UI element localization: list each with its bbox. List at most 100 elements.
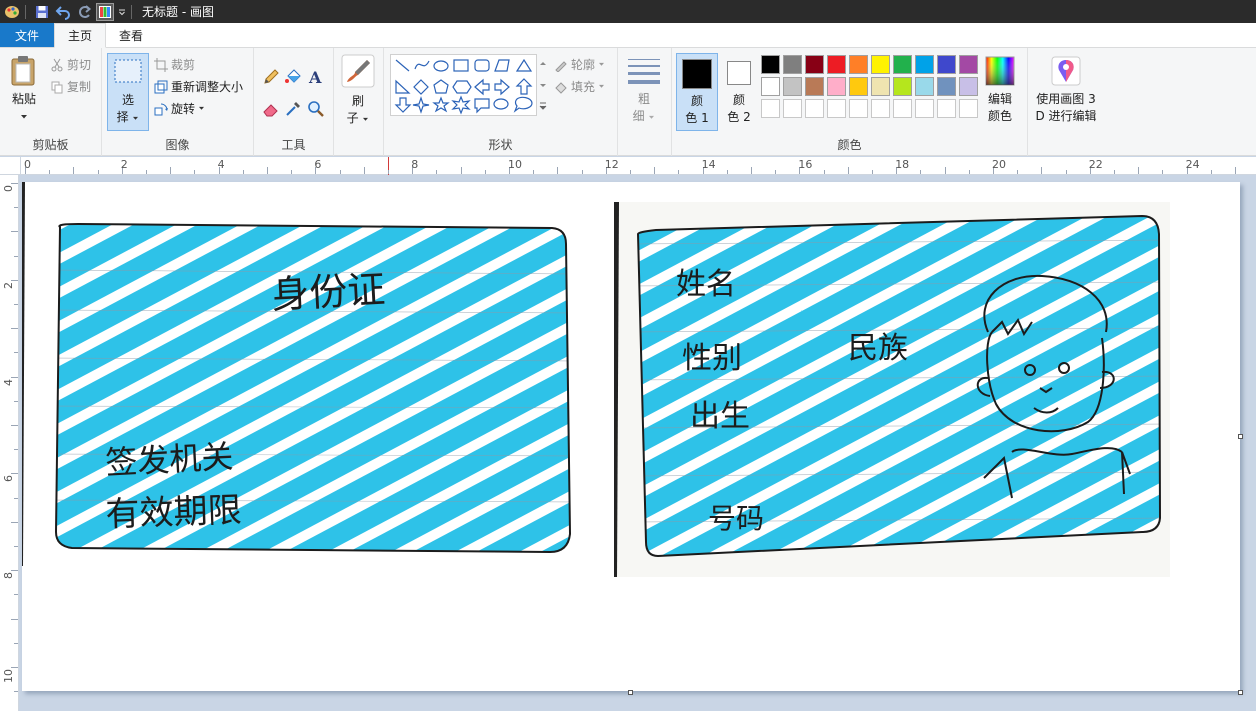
palette-swatch[interactable] (827, 55, 846, 74)
view-window-icon[interactable] (96, 2, 114, 21)
palette-swatch[interactable] (783, 55, 802, 74)
size-label-1: 粗 (637, 92, 650, 106)
cut-label: 剪切 (67, 58, 92, 72)
palette-swatch[interactable] (893, 77, 912, 96)
size-button[interactable]: 粗 细 (622, 56, 666, 136)
outline-label: 轮廓 (571, 58, 596, 72)
crop-button[interactable]: 裁剪 (154, 56, 195, 73)
palette-swatch-empty[interactable] (871, 99, 890, 118)
rotate-icon (154, 103, 168, 115)
ruler-tick (678, 170, 680, 174)
fill-bucket-icon[interactable] (284, 68, 302, 86)
ruler-label: 10 (508, 158, 522, 171)
palette-swatch[interactable] (805, 77, 824, 96)
file-menu-button[interactable]: 文件 (0, 23, 54, 47)
edit-with-paint3d-button[interactable]: 使用画图 3 D 进行编辑 (1032, 56, 1100, 130)
card-front-number: 号码 (708, 502, 764, 535)
rotate-button[interactable]: 旋转 (154, 100, 208, 117)
ruler-tick (920, 170, 922, 174)
chevron-down-icon (21, 115, 27, 119)
palette-swatch[interactable] (937, 55, 956, 74)
save-icon[interactable] (33, 3, 51, 21)
tab-view[interactable]: 查看 (106, 23, 156, 47)
palette-swatch[interactable] (761, 55, 780, 74)
color2-button[interactable]: 颜 色 2 (720, 53, 758, 131)
ruler-tick (11, 183, 18, 184)
palette-swatch[interactable] (849, 55, 868, 74)
palette-swatch[interactable] (849, 77, 868, 96)
palette-swatch[interactable] (761, 77, 780, 96)
shape-gallery-scroll[interactable] (536, 54, 548, 116)
tab-home[interactable]: 主页 (54, 23, 107, 48)
outline-button[interactable]: 轮廓 (554, 56, 608, 73)
select-button[interactable]: 选 择 (107, 53, 149, 131)
palette-swatch[interactable] (805, 55, 824, 74)
ruler-tick (630, 170, 631, 174)
resize-label: 重新调整大小 (171, 80, 244, 94)
chevron-down-icon (199, 106, 205, 110)
ruler-label: 0 (24, 158, 31, 171)
ruler-tick (11, 618, 18, 620)
palette-swatch-empty[interactable] (915, 99, 934, 118)
palette-swatch[interactable] (915, 55, 934, 74)
palette-swatch[interactable] (937, 77, 956, 96)
palette-swatch-empty[interactable] (959, 99, 978, 118)
chevron-down-icon (599, 62, 605, 66)
paint-app-icon[interactable] (3, 3, 21, 21)
palette-swatch[interactable] (871, 77, 890, 96)
palette-swatch-empty[interactable] (937, 99, 956, 118)
crop-label: 裁剪 (171, 58, 196, 72)
palette-swatch-empty[interactable] (827, 99, 846, 118)
ruler-tick (823, 170, 825, 174)
ruler-tick (291, 170, 293, 174)
undo-icon[interactable] (54, 3, 72, 21)
brush-icon (341, 54, 375, 88)
color-picker-icon[interactable] (284, 100, 302, 118)
drawing-canvas[interactable]: 身份证 签发机关 有效期限 姓名 性别 民族 出生 号码 (22, 182, 1240, 691)
palette-swatch[interactable] (893, 55, 912, 74)
text-icon[interactable]: A (307, 68, 325, 86)
color1-button[interactable]: 颜 色 1 (676, 53, 718, 131)
cut-button[interactable]: 剪切 (50, 56, 91, 73)
palette-swatch-empty[interactable] (783, 99, 802, 118)
palette-swatch[interactable] (959, 77, 978, 96)
ruler-label: 4 (217, 158, 225, 171)
quick-access-dropdown-icon[interactable] (117, 3, 127, 21)
ruler-label: 8 (411, 158, 419, 171)
canvas-resize-handle-right[interactable] (1238, 434, 1243, 439)
resize-icon (154, 80, 168, 93)
palette-swatch-empty[interactable] (761, 99, 780, 118)
redo-icon[interactable] (75, 3, 93, 21)
fill-button[interactable]: 填充 (554, 78, 608, 95)
copy-button[interactable]: 复制 (50, 78, 91, 95)
shape-gallery[interactable] (390, 54, 548, 116)
select-label-1: 选 (121, 93, 134, 107)
clipboard-icon (11, 56, 35, 86)
palette-swatch[interactable] (827, 77, 846, 96)
id-card-drawing: 身份证 签发机关 有效期限 姓名 性别 民族 出生 号码 (22, 182, 1240, 691)
eraser-icon[interactable] (262, 100, 280, 118)
paint3d-label-2: D 进行编辑 (1035, 109, 1097, 123)
palette-swatch[interactable] (959, 55, 978, 74)
palette-swatch-empty[interactable] (893, 99, 912, 118)
edit-colors-button[interactable]: 编辑 颜色 (980, 56, 1020, 130)
ruler-label: 0 (2, 185, 15, 192)
palette-swatch[interactable] (871, 55, 890, 74)
paste-button[interactable]: 粘贴 (6, 54, 42, 128)
resize-button[interactable]: 重新调整大小 (154, 78, 243, 95)
palette-swatch[interactable] (915, 77, 934, 96)
ruler-tick (11, 667, 18, 668)
ruler-tick (11, 376, 18, 378)
palette-swatch-empty[interactable] (805, 99, 824, 118)
brushes-button[interactable]: 刷 子 (338, 54, 378, 134)
titlebar-separator (25, 4, 26, 19)
magnifier-icon[interactable] (307, 100, 325, 118)
palette-swatch[interactable] (783, 77, 802, 96)
card-front-ethnicity: 民族 (848, 331, 908, 366)
pencil-icon[interactable] (262, 68, 280, 86)
canvas-resize-handle-corner[interactable] (1238, 690, 1243, 695)
scissors-icon (51, 58, 63, 71)
ruler-tick (1138, 167, 1140, 174)
palette-swatch-empty[interactable] (849, 99, 868, 118)
canvas-resize-handle-bottom[interactable] (628, 690, 633, 695)
